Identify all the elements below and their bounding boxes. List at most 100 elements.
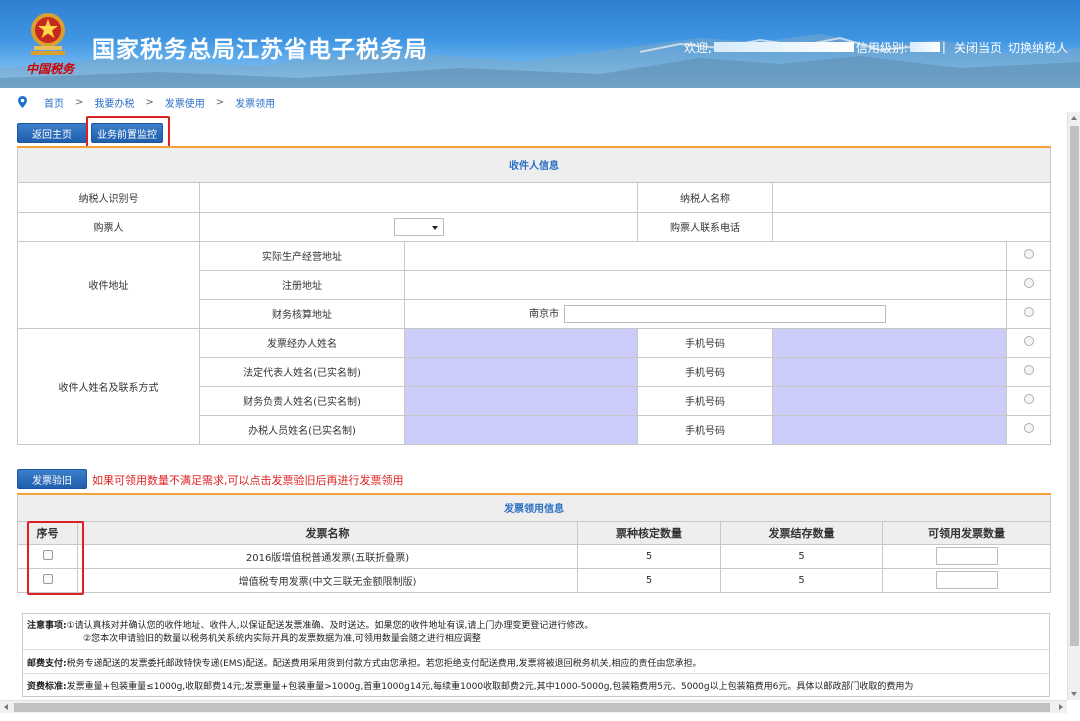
- breadcrumb-invoice-use[interactable]: 发票使用: [165, 95, 205, 110]
- toolbar-separator: |: [941, 40, 946, 54]
- address-finance-city: 南京市: [529, 308, 559, 320]
- taxpayer-id-value: [199, 181, 638, 213]
- app-window: 中国税务 国家税务总局江苏省电子税务局 欢迎, 信用级别: | 关闭当页 切换纳…: [0, 0, 1080, 721]
- location-pin-icon: [18, 96, 27, 108]
- contact-taxstaff-label: 办税人员姓名(已实名制): [199, 414, 405, 445]
- breadcrumb-tax[interactable]: 我要办税: [94, 95, 134, 110]
- breadcrumb-invoice-collect: 发票领用: [235, 98, 276, 110]
- col-approved-qty: 票种核定数量: [577, 520, 721, 545]
- approved-qty: 5: [577, 567, 721, 593]
- contact-finance-name-input[interactable]: [404, 385, 638, 416]
- address-registered-radio[interactable]: [1023, 278, 1034, 288]
- address-registered-value: [404, 269, 1007, 300]
- col-available-qty: 可领用发票数量: [881, 520, 1052, 545]
- available-qty-input[interactable]: [935, 571, 998, 589]
- breadcrumb: 首页 > 我要办税 > 发票使用 > 发票领用: [18, 94, 275, 110]
- breadcrumb-arrow: >: [145, 96, 154, 108]
- attention-label: 注意事项:: [27, 621, 67, 631]
- available-qty-input[interactable]: [935, 547, 998, 565]
- buyer-phone-label: 购票人联系电话: [637, 211, 773, 242]
- close-page-link[interactable]: 关闭当页: [954, 39, 1002, 56]
- highlight-box: [27, 521, 84, 595]
- postage-label: 邮费支付:: [27, 659, 67, 669]
- contact-finance-label: 财务负责人姓名(已实名制): [199, 385, 405, 416]
- address-actual-label: 实际生产经营地址: [199, 240, 405, 271]
- address-actual-value: [404, 240, 1007, 271]
- contact-legal-label: 法定代表人姓名(已实名制): [199, 356, 405, 387]
- site-header: 中国税务 国家税务总局江苏省电子税务局 欢迎, 信用级别: | 关闭当页 切换纳…: [0, 0, 1080, 88]
- fee-label: 资费标准:: [27, 682, 67, 692]
- invoice-caption: 发票领用信息: [16, 493, 1052, 522]
- breadcrumb-home[interactable]: 首页: [44, 95, 64, 110]
- breadcrumb-arrow: >: [75, 96, 84, 108]
- scroll-down-icon[interactable]: [1071, 692, 1077, 696]
- contact-finance-radio[interactable]: [1023, 394, 1034, 404]
- scroll-left-icon[interactable]: [4, 704, 8, 710]
- stock-qty: 5: [720, 567, 883, 593]
- contact-handler-label: 发票经办人姓名: [199, 327, 405, 358]
- horizontal-scroll-thumb[interactable]: [14, 703, 1050, 712]
- buyer-phone-value: [772, 211, 1051, 242]
- scroll-right-icon[interactable]: [1059, 704, 1063, 710]
- redacted-username: [713, 42, 854, 52]
- verify-hint: 如果可领用数量不满足需求,可以点击发票验旧后再进行发票领用: [92, 474, 404, 487]
- horizontal-scrollbar[interactable]: [0, 700, 1067, 713]
- contact-handler-phone-label: 手机号码: [637, 327, 773, 358]
- table-row: 2016版增值税普通发票(五联折叠票) 5 5: [17, 543, 1052, 569]
- vertical-scrollbar[interactable]: [1067, 112, 1080, 700]
- address-actual-radio[interactable]: [1023, 249, 1034, 259]
- contact-finance-phone-label: 手机号码: [637, 385, 773, 416]
- back-home-button[interactable]: 返回主页: [17, 123, 87, 143]
- approved-qty: 5: [577, 543, 721, 569]
- highlight-box: [86, 116, 170, 149]
- address-finance-input[interactable]: [564, 304, 887, 323]
- table-row: 增值税专用发票(中文三联无金额限制版) 5 5: [17, 567, 1052, 593]
- recipient-caption: 收件人信息: [17, 146, 1051, 183]
- col-stock-qty: 发票结存数量: [720, 520, 883, 545]
- contact-finance-phone-input[interactable]: [772, 385, 1007, 416]
- address-finance-label: 财务核算地址: [199, 298, 405, 329]
- invoice-name: 增值税专用发票(中文三联无金额限制版): [77, 567, 578, 593]
- contact-legal-radio[interactable]: [1023, 365, 1034, 375]
- tax-emblem-icon: [31, 13, 65, 55]
- contact-handler-radio[interactable]: [1023, 336, 1034, 346]
- address-registered-label: 注册地址: [199, 269, 405, 300]
- contact-handler-phone-input[interactable]: [772, 327, 1007, 358]
- contact-taxstaff-phone-input[interactable]: [772, 414, 1007, 445]
- credit-level-label: 信用级别:: [855, 40, 908, 55]
- col-invoice-name: 发票名称: [77, 520, 578, 545]
- notes-panel: 注意事项:①请认真核对并确认您的收件地址、收件人,以保证配送发票准确、及时送达。…: [22, 613, 1050, 697]
- address-finance-radio[interactable]: [1023, 307, 1034, 317]
- invoice-name: 2016版增值税普通发票(五联折叠票): [77, 543, 578, 569]
- invoice-verify-button[interactable]: 发票验旧: [17, 469, 87, 489]
- contact-label: 收件人姓名及联系方式: [17, 327, 200, 445]
- site-title: 国家税务总局江苏省电子税务局: [92, 37, 428, 63]
- taxpayer-id-label: 纳税人识别号: [17, 181, 200, 213]
- contact-taxstaff-phone-label: 手机号码: [637, 414, 773, 445]
- taxpayer-name-label: 纳税人名称: [637, 181, 773, 213]
- buyer-select[interactable]: [394, 217, 444, 236]
- postage-text: 税务专递配送的发票委托邮政特快专递(EMS)配送。配送费用采用货到付款方式由您承…: [66, 659, 702, 669]
- contact-taxstaff-radio[interactable]: [1023, 423, 1034, 433]
- attention-text-2: ②您本次申请验旧的数量以税务机关系统内实际开具的发票数据为准,可领用数量会随之进…: [83, 634, 481, 644]
- switch-taxpayer-link[interactable]: 切换纳税人: [1008, 39, 1068, 56]
- redacted-credit-level: [909, 42, 940, 52]
- welcome-text: 欢迎,: [684, 40, 712, 55]
- contact-taxstaff-name-input[interactable]: [404, 414, 638, 445]
- recipient-table: 收件人信息 纳税人识别号 纳税人名称 购票人 购票人联系电话 收件地址 实际生产…: [17, 146, 1051, 445]
- contact-handler-name-input[interactable]: [404, 327, 638, 358]
- vertical-scroll-thumb[interactable]: [1070, 126, 1079, 646]
- fee-text: 发票重量+包装重量≤1000g,收取邮费14元;发票重量+包装重量>1000g,…: [66, 682, 914, 692]
- attention-text-1: ①请认真核对并确认您的收件地址、收件人,以保证配送发票准确、及时送达。如果您的收…: [66, 621, 594, 631]
- contact-legal-phone-input[interactable]: [772, 356, 1007, 387]
- user-toolbar: 欢迎, 信用级别: | 关闭当页 切换纳税人: [682, 38, 1080, 56]
- breadcrumb-arrow: >: [215, 96, 225, 108]
- scroll-up-icon[interactable]: [1071, 116, 1077, 120]
- stock-qty: 5: [720, 543, 883, 569]
- emblem-caption: 中国税务: [26, 62, 75, 76]
- contact-legal-name-input[interactable]: [404, 356, 638, 387]
- invoice-table: 发票领用信息 序号 发票名称 票种核定数量 发票结存数量 可领用发票数量 201…: [16, 493, 1052, 593]
- contact-legal-phone-label: 手机号码: [637, 356, 773, 387]
- buyer-label: 购票人: [17, 211, 200, 242]
- address-label: 收件地址: [17, 240, 200, 329]
